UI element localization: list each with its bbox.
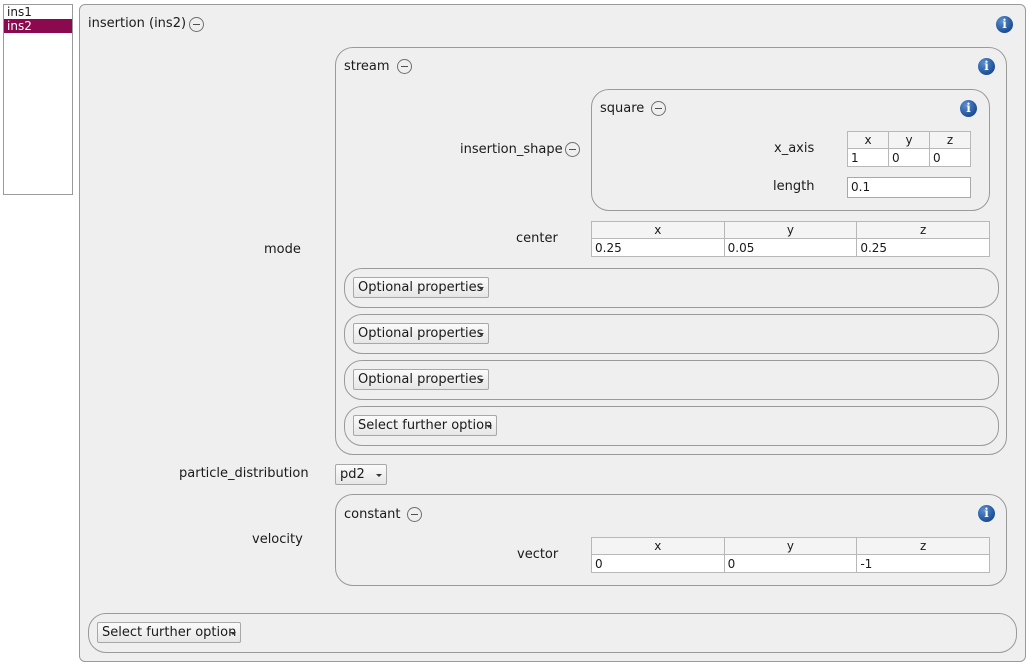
vector-cell-y[interactable]: 0 bbox=[723, 554, 858, 573]
vector-header-z: z bbox=[856, 537, 990, 555]
square-info-icon[interactable]: i bbox=[960, 100, 977, 117]
x-axis-table: x y z 1 0 0 bbox=[847, 131, 971, 167]
vector-cell-x[interactable]: 0 bbox=[591, 554, 725, 573]
optional-properties-button-2[interactable]: Optional properties bbox=[353, 323, 489, 344]
center-header-z: z bbox=[856, 221, 990, 239]
constant-collapse-icon[interactable] bbox=[407, 507, 422, 522]
insertion-shape-collapse-icon[interactable] bbox=[565, 142, 580, 157]
center-header-x: x bbox=[591, 221, 725, 239]
stream-info-icon[interactable]: i bbox=[978, 58, 995, 75]
particle-distribution-label: particle_distribution bbox=[179, 466, 309, 481]
optional-properties-button-3[interactable]: Optional properties bbox=[353, 369, 489, 390]
stream-further-option-button[interactable]: Select further option bbox=[353, 415, 497, 436]
center-header-y: y bbox=[723, 221, 858, 239]
stream-title: stream bbox=[344, 59, 390, 74]
vector-table: x y z 0 0 -1 bbox=[591, 537, 990, 573]
insertion-collapse-icon[interactable] bbox=[189, 17, 204, 32]
center-label: center bbox=[516, 231, 558, 246]
center-table: x y z 0.25 0.05 0.25 bbox=[591, 221, 990, 257]
x-axis-cell-x[interactable]: 1 bbox=[847, 148, 889, 167]
length-label: length bbox=[773, 179, 815, 194]
mode-label: mode bbox=[264, 242, 301, 257]
x-axis-label: x_axis bbox=[774, 141, 815, 156]
vector-header-x: x bbox=[591, 537, 725, 555]
x-axis-cell-z[interactable]: 0 bbox=[929, 148, 971, 167]
insertion-info-icon[interactable]: i bbox=[996, 16, 1013, 33]
vector-cell-z[interactable]: -1 bbox=[856, 554, 990, 573]
list-item-ins1[interactable]: ins1 bbox=[4, 5, 72, 19]
stream-collapse-icon[interactable] bbox=[397, 59, 412, 74]
constant-title: constant bbox=[344, 507, 401, 522]
square-collapse-icon[interactable] bbox=[651, 101, 666, 116]
x-axis-header-z: z bbox=[929, 131, 971, 149]
constant-info-icon[interactable]: i bbox=[978, 505, 995, 522]
insertion-further-option-button[interactable]: Select further option bbox=[97, 622, 241, 643]
optional-properties-button-1[interactable]: Optional properties bbox=[353, 277, 489, 298]
square-title: square bbox=[600, 101, 645, 116]
list-item-ins2[interactable]: ins2 bbox=[4, 19, 72, 33]
velocity-label: velocity bbox=[252, 532, 303, 547]
center-cell-x[interactable]: 0.25 bbox=[591, 238, 725, 257]
center-cell-z[interactable]: 0.25 bbox=[856, 238, 990, 257]
length-input[interactable]: 0.1 bbox=[847, 177, 971, 198]
vector-label: vector bbox=[517, 547, 559, 562]
particle-distribution-select[interactable]: pd2 bbox=[335, 464, 387, 485]
center-cell-y[interactable]: 0.05 bbox=[723, 238, 858, 257]
insertion-shape-label: insertion_shape bbox=[460, 142, 563, 157]
x-axis-header-y: y bbox=[888, 131, 930, 149]
x-axis-cell-y[interactable]: 0 bbox=[888, 148, 930, 167]
x-axis-header-x: x bbox=[847, 131, 889, 149]
vector-header-y: y bbox=[723, 537, 858, 555]
insertion-listbox[interactable]: ins1 ins2 bbox=[3, 4, 73, 195]
insertion-title: insertion (ins2) bbox=[88, 16, 187, 31]
